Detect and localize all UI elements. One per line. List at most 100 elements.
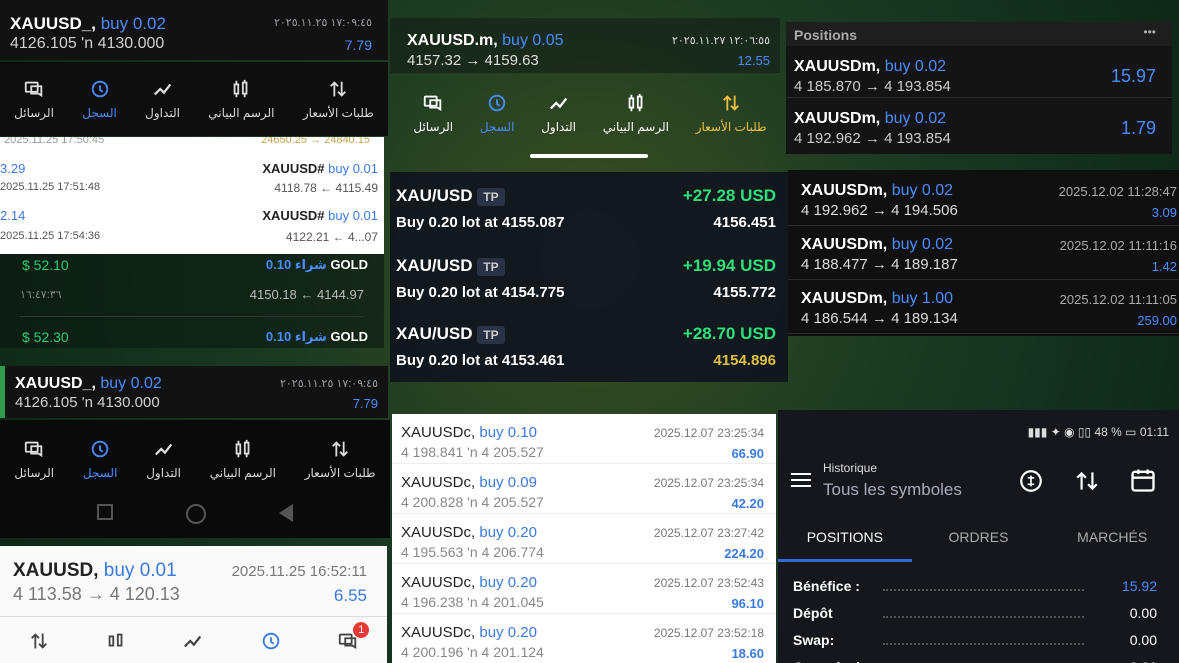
nav-quotes[interactable]: طلبات الأسعار [696,92,767,134]
candles-icon[interactable] [105,630,127,652]
list-item[interactable]: XAUUSDc, buy 0.20 2025.12.07 23:52:18 4 20… [392,614,776,663]
signal-icon: ▮▮▮ ✦ ◉ ▯▯ [1027,425,1092,439]
list-item[interactable]: XAUUSDc, buy 0.10 2025.12.07 23:25:34 4 19… [392,414,776,464]
nav-history[interactable]: السجل [82,78,117,120]
row-prices: 4 188.477 → 4 189.187 [801,256,958,273]
status-time: 01:11 [1139,425,1169,439]
row-action: buy 0.02 [891,236,954,253]
history-icon[interactable] [260,630,282,652]
row-value: 2.14 [0,208,26,223]
stat-value: 0.00 [1129,632,1157,648]
messages-button[interactable]: 1 [337,622,370,657]
battery-percent: 48 % [1094,425,1122,439]
tab-ordres[interactable]: ORDRES [912,522,1046,562]
sync-icon[interactable] [1018,468,1044,494]
row-date: 2025.12.07 23:27:42 [653,526,764,540]
list-item[interactable]: XAUUSDm, buy 1.00 2025.12.02 11:11:05 4 18… [788,282,1179,334]
list-item[interactable]: XAUUSDm, buy 0.02 4 185.870 → 4 193.854 … [786,50,1172,98]
list-item[interactable]: XAUUSDm, buy 0.02 2025.12.02 11:11:16 4 18… [788,228,1179,280]
row-date: 2025.11.25 17:51:48 [0,181,101,193]
sort-icon[interactable] [1074,468,1100,494]
tab-marches[interactable]: MARCHÉS [1045,522,1179,562]
nav-history[interactable]: السجل [82,438,118,480]
quotes-icon[interactable] [28,630,50,652]
trade-profit: 7.79 [352,396,378,411]
messages-icon [24,81,43,98]
trade-action: buy 0.05 [502,32,564,49]
android-back-square-icon[interactable] [96,504,113,520]
row-profit: +19.94 USD [682,256,776,275]
nav-trade[interactable]: التداول [145,78,180,120]
trade-action: buy 0.02 [100,14,166,33]
row-price: 4156.451 [713,214,776,231]
gold-profit: $ 52.30 [22,329,69,345]
nav-trade[interactable]: التداول [541,92,576,134]
row-price: 4154.896 [713,352,776,369]
list-item[interactable]: $ 52.10 0.10 شراء GOLD [0,254,384,276]
list-item[interactable]: $ 52.30 0.10 شراء GOLD [0,326,384,348]
nav-history[interactable]: السجل [480,92,514,134]
bottom-nav-1: الرسائل السجل التداول الرسم البياني طلبا… [0,62,388,136]
row-profit: 224.20 [724,546,764,561]
row-action: buy 0.02 [884,58,947,75]
list-item[interactable]: 3.29 2025.11.25 17:51:48 XAUUSD# buy 0.0… [0,161,384,199]
row-profit: 42.20 [731,496,764,511]
trade-icon [154,443,172,456]
nav-history-label: السجل [82,466,118,480]
android-home-icon[interactable] [185,504,206,524]
list-item[interactable]: XAUUSDc, buy 0.20 2025.12.07 23:52:43 4 19… [392,564,776,614]
row-symbol: XAUUSDm, [801,290,888,307]
symbol: XAUUSD_, [10,14,96,33]
history-icon [91,440,109,458]
quotes-icon [332,441,349,457]
panel-historique: ▮▮▮ ✦ ◉ ▯▯ 48 % ▭ 01:11 Historique Tous … [778,410,1179,663]
row-symbol: XAU/USD [396,186,473,205]
nav-chart[interactable]: الرسم البياني [210,438,276,480]
nav-quotes[interactable]: طلبات الأسعار [305,438,376,480]
android-back-icon[interactable] [279,504,294,522]
list-item[interactable]: XAUUSDm, buy 0.02 2025.12.02 11:28:47 4 19… [788,174,1179,226]
section-title: Positions [794,27,858,43]
nav-chart-label: الرسم البياني [209,466,276,480]
trade-icon[interactable] [182,630,204,652]
list-item[interactable]: XAUUSDc, buy 0.09 2025.12.07 23:25:34 4 20… [392,464,776,514]
nav-trade[interactable]: التداول [146,438,181,480]
symbol-filter[interactable]: Tous les symboles [823,480,962,500]
nav-messages-label: الرسائل [14,106,54,120]
menu-icon[interactable] [791,473,811,487]
nav-quotes-label: طلبات الأسعار [304,466,376,480]
nav-chart-label: الرسم البياني [208,106,275,120]
row-date: 2025.11.25 17:54:36 [0,230,101,242]
history-icon [91,80,108,98]
panel-xauusd-tp: XAU/USD TP +27.28 USD Buy 0.20 lot at 41… [390,172,788,382]
nav-messages[interactable]: الرسائل [14,438,54,480]
stat-value: 0.00 [1130,659,1157,663]
nav-chart[interactable]: الرسم البياني [208,78,275,120]
list-item[interactable]: 2.14 2025.11.25 17:54:36 XAUUSD# buy 0.0… [0,208,384,246]
trade-prices: 4157.32 → 4159.63 [407,52,539,69]
list-item[interactable]: XAU/USD TP +19.94 USD Buy 0.20 lot at 41… [390,250,788,310]
candles-icon [234,79,248,98]
row-prices: 4 186.544 → 4 189.134 [801,310,958,327]
calendar-icon[interactable] [1129,466,1157,494]
row-prices: 4 192.962 → 4 194.506 [801,202,958,219]
list-item[interactable]: XAU/USD TP +28.70 USD Buy 0.20 lot at 41… [390,318,788,378]
list-item[interactable]: XAUUSDm, buy 0.02 4 192.962 → 4 193.854 … [786,102,1172,150]
row-profit: 1.42 [1151,259,1177,274]
candles-icon [235,439,250,458]
trade-prices: 4126.105 'n 4130.000 [10,35,165,52]
list-item[interactable]: XAUUSDc, buy 0.20 2025.12.07 23:27:42 4 19… [392,514,776,564]
list-item[interactable]: XAU/USD TP +27.28 USD Buy 0.20 lot at 41… [390,180,788,240]
tab-positions[interactable]: POSITIONS [778,522,912,562]
gold-lot: 0.10 [265,329,292,344]
more-icon[interactable]: ••• [1143,25,1156,39]
trade-icon [549,97,567,110]
row-date: 2025.12.02 11:28:47 [1058,184,1177,199]
row-date: 2025.12.02 11:11:05 [1059,292,1177,307]
nav-quotes[interactable]: طلبات الأسعار [303,78,374,120]
nav-chart[interactable]: الرسم البياني [603,92,669,134]
row-symbol: XAUUSDc, [401,624,476,641]
battery-icon: ▭ [1125,425,1137,439]
nav-messages[interactable]: الرسائل [413,92,453,134]
nav-messages[interactable]: الرسائل [14,78,54,120]
